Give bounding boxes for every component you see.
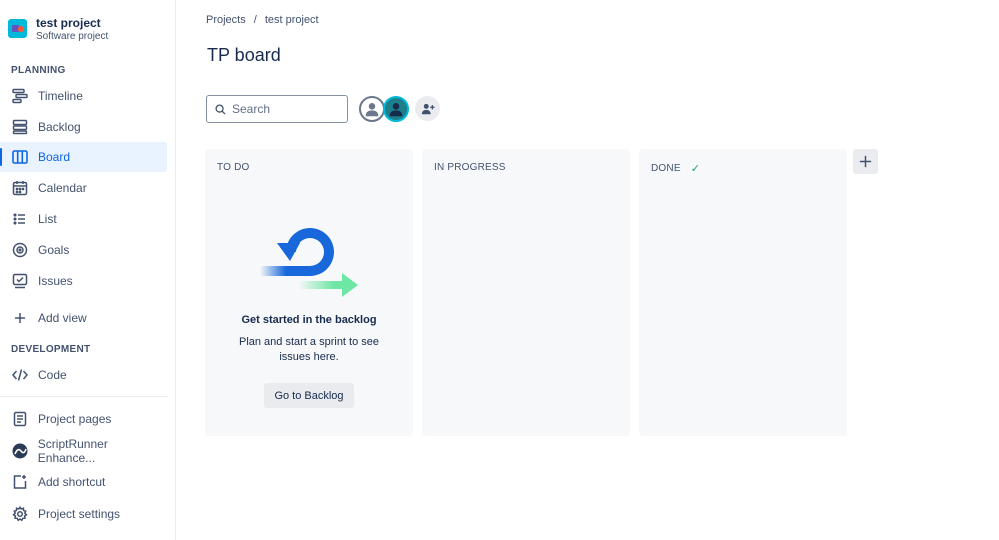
sidebar-item-list[interactable]: List (0, 204, 167, 234)
project-header[interactable]: test project Software project (8, 16, 108, 43)
sidebar-item-backlog[interactable]: Backlog (0, 112, 167, 142)
add-people-button[interactable] (415, 96, 440, 121)
sidebar-item-label: Goals (38, 243, 70, 257)
sidebar-item-code[interactable]: Code (0, 360, 167, 390)
avatar-user-1[interactable] (359, 96, 385, 122)
sidebar: test project Software project PLANNING T… (0, 0, 176, 540)
project-type: Software project (36, 31, 109, 42)
go-to-backlog-button[interactable]: Go to Backlog (264, 383, 354, 408)
sidebar-item-project-pages[interactable]: Project pages (0, 404, 167, 434)
sidebar-item-label: ScriptRunner Enhance... (37, 437, 108, 465)
column-in-progress: IN PROGRESS (422, 149, 630, 436)
board-icon (11, 148, 29, 166)
calendar-icon (11, 179, 29, 197)
sidebar-divider (0, 396, 168, 397)
column-header[interactable]: DONE ✓ (651, 162, 700, 175)
sidebar-item-label: Backlog (38, 120, 81, 134)
add-shortcut-icon (11, 473, 29, 491)
column-title: DONE (651, 163, 681, 174)
sidebar-item-goals[interactable]: Goals (0, 235, 167, 265)
planning-section-label: PLANNING (11, 65, 66, 76)
empty-state-description: Plan and start a sprint to see issues he… (238, 336, 380, 363)
breadcrumb-projects-link[interactable]: Projects (206, 14, 246, 26)
sidebar-item-label: Project pages (38, 412, 112, 426)
scriptrunner-icon (11, 442, 29, 460)
sidebar-item-label: Board (38, 150, 71, 164)
column-header[interactable]: IN PROGRESS (434, 162, 506, 173)
sidebar-item-add-view[interactable]: Add view (0, 303, 167, 333)
user-icon (389, 103, 403, 117)
page-icon (11, 410, 29, 428)
gear-icon (11, 505, 29, 523)
sidebar-item-issues[interactable]: Issues (0, 266, 167, 296)
goals-icon (11, 241, 29, 259)
timeline-icon (11, 87, 29, 105)
user-icon (365, 103, 379, 117)
search-icon (215, 103, 226, 115)
project-name: test project (36, 16, 101, 30)
sidebar-item-add-shortcut[interactable]: Add shortcut (0, 467, 167, 497)
search-field[interactable] (206, 95, 348, 123)
code-icon (11, 366, 29, 384)
sidebar-item-label: Calendar (38, 181, 87, 195)
sidebar-item-label: Issues (38, 274, 73, 288)
breadcrumb-separator: / (253, 14, 257, 26)
project-logo-icon (8, 19, 27, 38)
sidebar-item-label: Timeline (38, 89, 83, 103)
plus-icon (11, 309, 29, 327)
plus-icon (859, 155, 872, 168)
page-title: TP board (207, 45, 281, 65)
empty-state-title: Get started in the backlog (241, 314, 377, 326)
column-title: IN PROGRESS (434, 162, 506, 173)
add-person-icon (421, 103, 435, 114)
list-icon (11, 210, 29, 228)
search-input[interactable] (232, 102, 342, 116)
backlog-icon (11, 118, 29, 136)
sidebar-item-label: Add view (38, 311, 87, 325)
sidebar-item-label: Project settings (38, 507, 121, 521)
add-column-button[interactable] (853, 149, 878, 174)
sidebar-item-calendar[interactable]: Calendar (0, 173, 167, 203)
avatar-user-2[interactable] (383, 96, 409, 122)
sidebar-item-board[interactable]: Board (0, 142, 167, 172)
breadcrumb: Projects / test project (206, 14, 319, 26)
breadcrumb-project-link[interactable]: test project (265, 14, 319, 26)
sidebar-item-timeline[interactable]: Timeline (0, 81, 167, 111)
sidebar-item-label: Add shortcut (38, 475, 106, 489)
sidebar-item-project-settings[interactable]: Project settings (0, 499, 167, 529)
backlog-illustration-icon (260, 228, 358, 297)
issues-icon (11, 272, 29, 290)
done-check-icon: ✓ (690, 163, 701, 175)
sidebar-item-label: List (38, 212, 57, 226)
column-done: DONE ✓ (639, 149, 847, 436)
sidebar-item-label: Code (38, 368, 67, 382)
empty-state: Get started in the backlog Plan and star… (205, 149, 413, 436)
column-todo: TO DO Get started in the backlog Plan an… (205, 149, 413, 436)
development-section-label: DEVELOPMENT (11, 344, 91, 355)
sidebar-item-scriptrunner[interactable]: ScriptRunner Enhance... (0, 436, 167, 466)
